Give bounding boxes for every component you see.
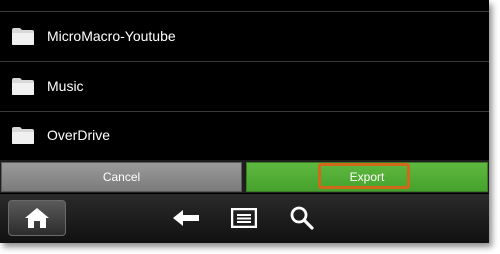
folder-list: MicroMacro-Youtube Music OverDrive: [0, 0, 489, 160]
menu-button[interactable]: [230, 207, 258, 229]
back-button[interactable]: [172, 207, 200, 229]
menu-icon: [231, 208, 257, 228]
home-icon: [25, 208, 49, 228]
folder-icon: [12, 28, 34, 45]
folder-icon: [12, 127, 34, 144]
list-item-label: Music: [47, 78, 84, 94]
export-highlight-box: [318, 163, 410, 189]
file-export-dialog: MicroMacro-Youtube Music OverDrive Cance…: [0, 0, 489, 243]
cancel-button-label: Cancel: [102, 170, 141, 184]
dialog-button-bar: Cancel Export: [0, 160, 489, 193]
list-item-label: OverDrive: [47, 127, 111, 143]
search-icon: [290, 206, 314, 230]
list-item-music[interactable]: Music: [0, 62, 489, 111]
system-navigation-bar: [0, 194, 489, 243]
folder-icon: [12, 78, 34, 95]
back-arrow-icon: [173, 210, 199, 226]
cancel-button[interactable]: Cancel: [1, 162, 242, 192]
search-button[interactable]: [288, 206, 316, 230]
home-button[interactable]: [8, 200, 66, 236]
list-item-label: MicroMacro-Youtube: [47, 28, 176, 44]
list-item-overdrive[interactable]: OverDrive: [0, 112, 489, 161]
list-item-micromacro-youtube[interactable]: MicroMacro-Youtube: [0, 12, 489, 61]
